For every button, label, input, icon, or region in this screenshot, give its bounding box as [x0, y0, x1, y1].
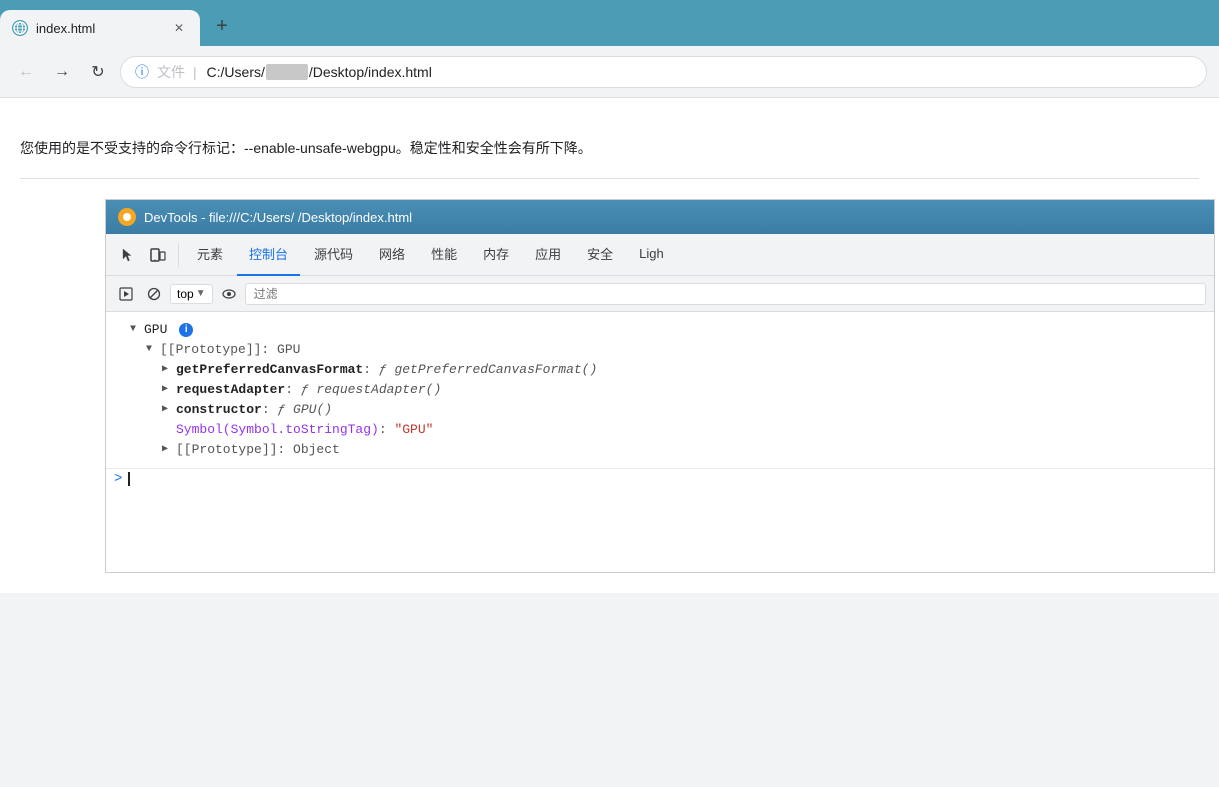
gpu-label: GPU i	[144, 321, 193, 339]
tab-elements[interactable]: 元素	[185, 234, 235, 276]
tab-console[interactable]: 控制台	[237, 234, 300, 276]
gpu-root-line[interactable]: GPU i	[106, 320, 1214, 340]
devtools-title: DevTools - file:///C:/Users/ /Desktop/in…	[144, 210, 412, 225]
request-adapter-val: ƒ requestAdapter()	[301, 381, 441, 399]
address-separator: |	[193, 64, 197, 80]
device-toolbar-icon[interactable]	[144, 241, 172, 269]
address-input[interactable]: ⓘ 文件 | C:/Users/xx/Desktop/index.html	[120, 56, 1207, 88]
colon-1: :	[363, 361, 379, 379]
prototype-object-toggle[interactable]	[162, 441, 176, 459]
new-tab-button[interactable]: +	[204, 8, 240, 44]
prototype-object-label: [[Prototype]]: Object	[176, 441, 340, 459]
constructor-val: ƒ GPU()	[277, 401, 332, 419]
prompt-symbol: >	[114, 471, 122, 487]
get-preferred-line[interactable]: getPreferredCanvasFormat : ƒ getPreferre…	[106, 360, 1214, 380]
devtools-favicon	[118, 208, 136, 226]
request-adapter-toggle[interactable]	[162, 381, 176, 399]
prototype-gpu-line[interactable]: [[Prototype]]: GPU	[106, 340, 1214, 360]
devtools-window: DevTools - file:///C:/Users/ /Desktop/in…	[105, 199, 1215, 573]
symbol-val: "GPU"	[394, 421, 433, 439]
tab-performance[interactable]: 性能	[419, 234, 469, 276]
colon-4: :	[379, 421, 395, 439]
tab-memory[interactable]: 内存	[471, 234, 521, 276]
devtools-favicon-dot	[123, 213, 131, 221]
page-content: 您使用的是不受支持的命令行标记：--enable-unsafe-webgpu。稳…	[0, 98, 1219, 593]
console-output: GPU i [[Prototype]]: GPU getPreferredCan…	[106, 312, 1214, 572]
constructor-key: constructor	[176, 401, 262, 419]
symbol-line: Symbol(Symbol.toStringTag) : "GPU"	[106, 420, 1214, 440]
forward-button[interactable]: →	[48, 58, 76, 86]
request-adapter-key: requestAdapter	[176, 381, 285, 399]
tab-network[interactable]: 网络	[367, 234, 417, 276]
warning-banner: 您使用的是不受支持的命令行标记：--enable-unsafe-webgpu。稳…	[20, 128, 1199, 179]
back-button[interactable]: ←	[12, 58, 40, 86]
address-divider: 文件	[157, 62, 185, 82]
eye-icon[interactable]	[217, 282, 241, 306]
tab-application[interactable]: 应用	[523, 234, 573, 276]
prototype-object-line[interactable]: [[Prototype]]: Object	[106, 440, 1214, 460]
toolbar-divider-1	[178, 243, 179, 267]
filter-input[interactable]	[245, 283, 1206, 305]
devtools-tabs-toolbar: 元素 控制台 源代码 网络 性能 内存 应用 安全	[106, 234, 1214, 276]
tab-close-button[interactable]: ✕	[170, 19, 188, 37]
address-text: C:/Users/xx/Desktop/index.html	[203, 64, 432, 80]
get-preferred-key: getPreferredCanvasFormat	[176, 361, 363, 379]
get-preferred-toggle[interactable]	[162, 361, 176, 379]
address-bar-row: ← → ↻ ⓘ 文件 | C:/Users/xx/Desktop/index.h…	[0, 46, 1219, 98]
symbol-key: Symbol(Symbol.toStringTag)	[176, 421, 379, 439]
constructor-line[interactable]: constructor : ƒ GPU()	[106, 400, 1214, 420]
tab-security[interactable]: 安全	[575, 234, 625, 276]
cursor	[128, 472, 130, 486]
tab-favicon	[12, 20, 28, 36]
constructor-toggle[interactable]	[162, 401, 176, 419]
tab-bar: index.html ✕ +	[0, 0, 1219, 46]
tab-lighthouse[interactable]: Ligh	[627, 234, 676, 276]
info-icon: ⓘ	[135, 62, 149, 82]
request-adapter-line[interactable]: requestAdapter : ƒ requestAdapter()	[106, 380, 1214, 400]
gpu-toggle[interactable]	[130, 321, 144, 339]
gpu-info-icon: i	[179, 323, 193, 337]
reload-button[interactable]: ↻	[84, 58, 112, 86]
active-tab[interactable]: index.html ✕	[0, 10, 200, 46]
top-context-selector[interactable]: top ▼	[170, 284, 213, 304]
console-toolbar: top ▼	[106, 276, 1214, 312]
prototype-gpu-toggle[interactable]	[146, 341, 160, 359]
clear-console-icon[interactable]	[142, 282, 166, 306]
colon-2: :	[285, 381, 301, 399]
console-prompt-line[interactable]: >	[106, 468, 1214, 489]
devtools-titlebar: DevTools - file:///C:/Users/ /Desktop/in…	[106, 200, 1214, 234]
prototype-gpu-label: [[Prototype]]: GPU	[160, 341, 300, 359]
get-preferred-val: ƒ getPreferredCanvasFormat()	[379, 361, 597, 379]
tab-title: index.html	[36, 21, 162, 36]
run-js-icon[interactable]	[114, 282, 138, 306]
colon-3: :	[262, 401, 278, 419]
tab-sources[interactable]: 源代码	[302, 234, 365, 276]
inspect-element-icon[interactable]	[114, 241, 142, 269]
dropdown-arrow: ▼	[196, 288, 206, 299]
